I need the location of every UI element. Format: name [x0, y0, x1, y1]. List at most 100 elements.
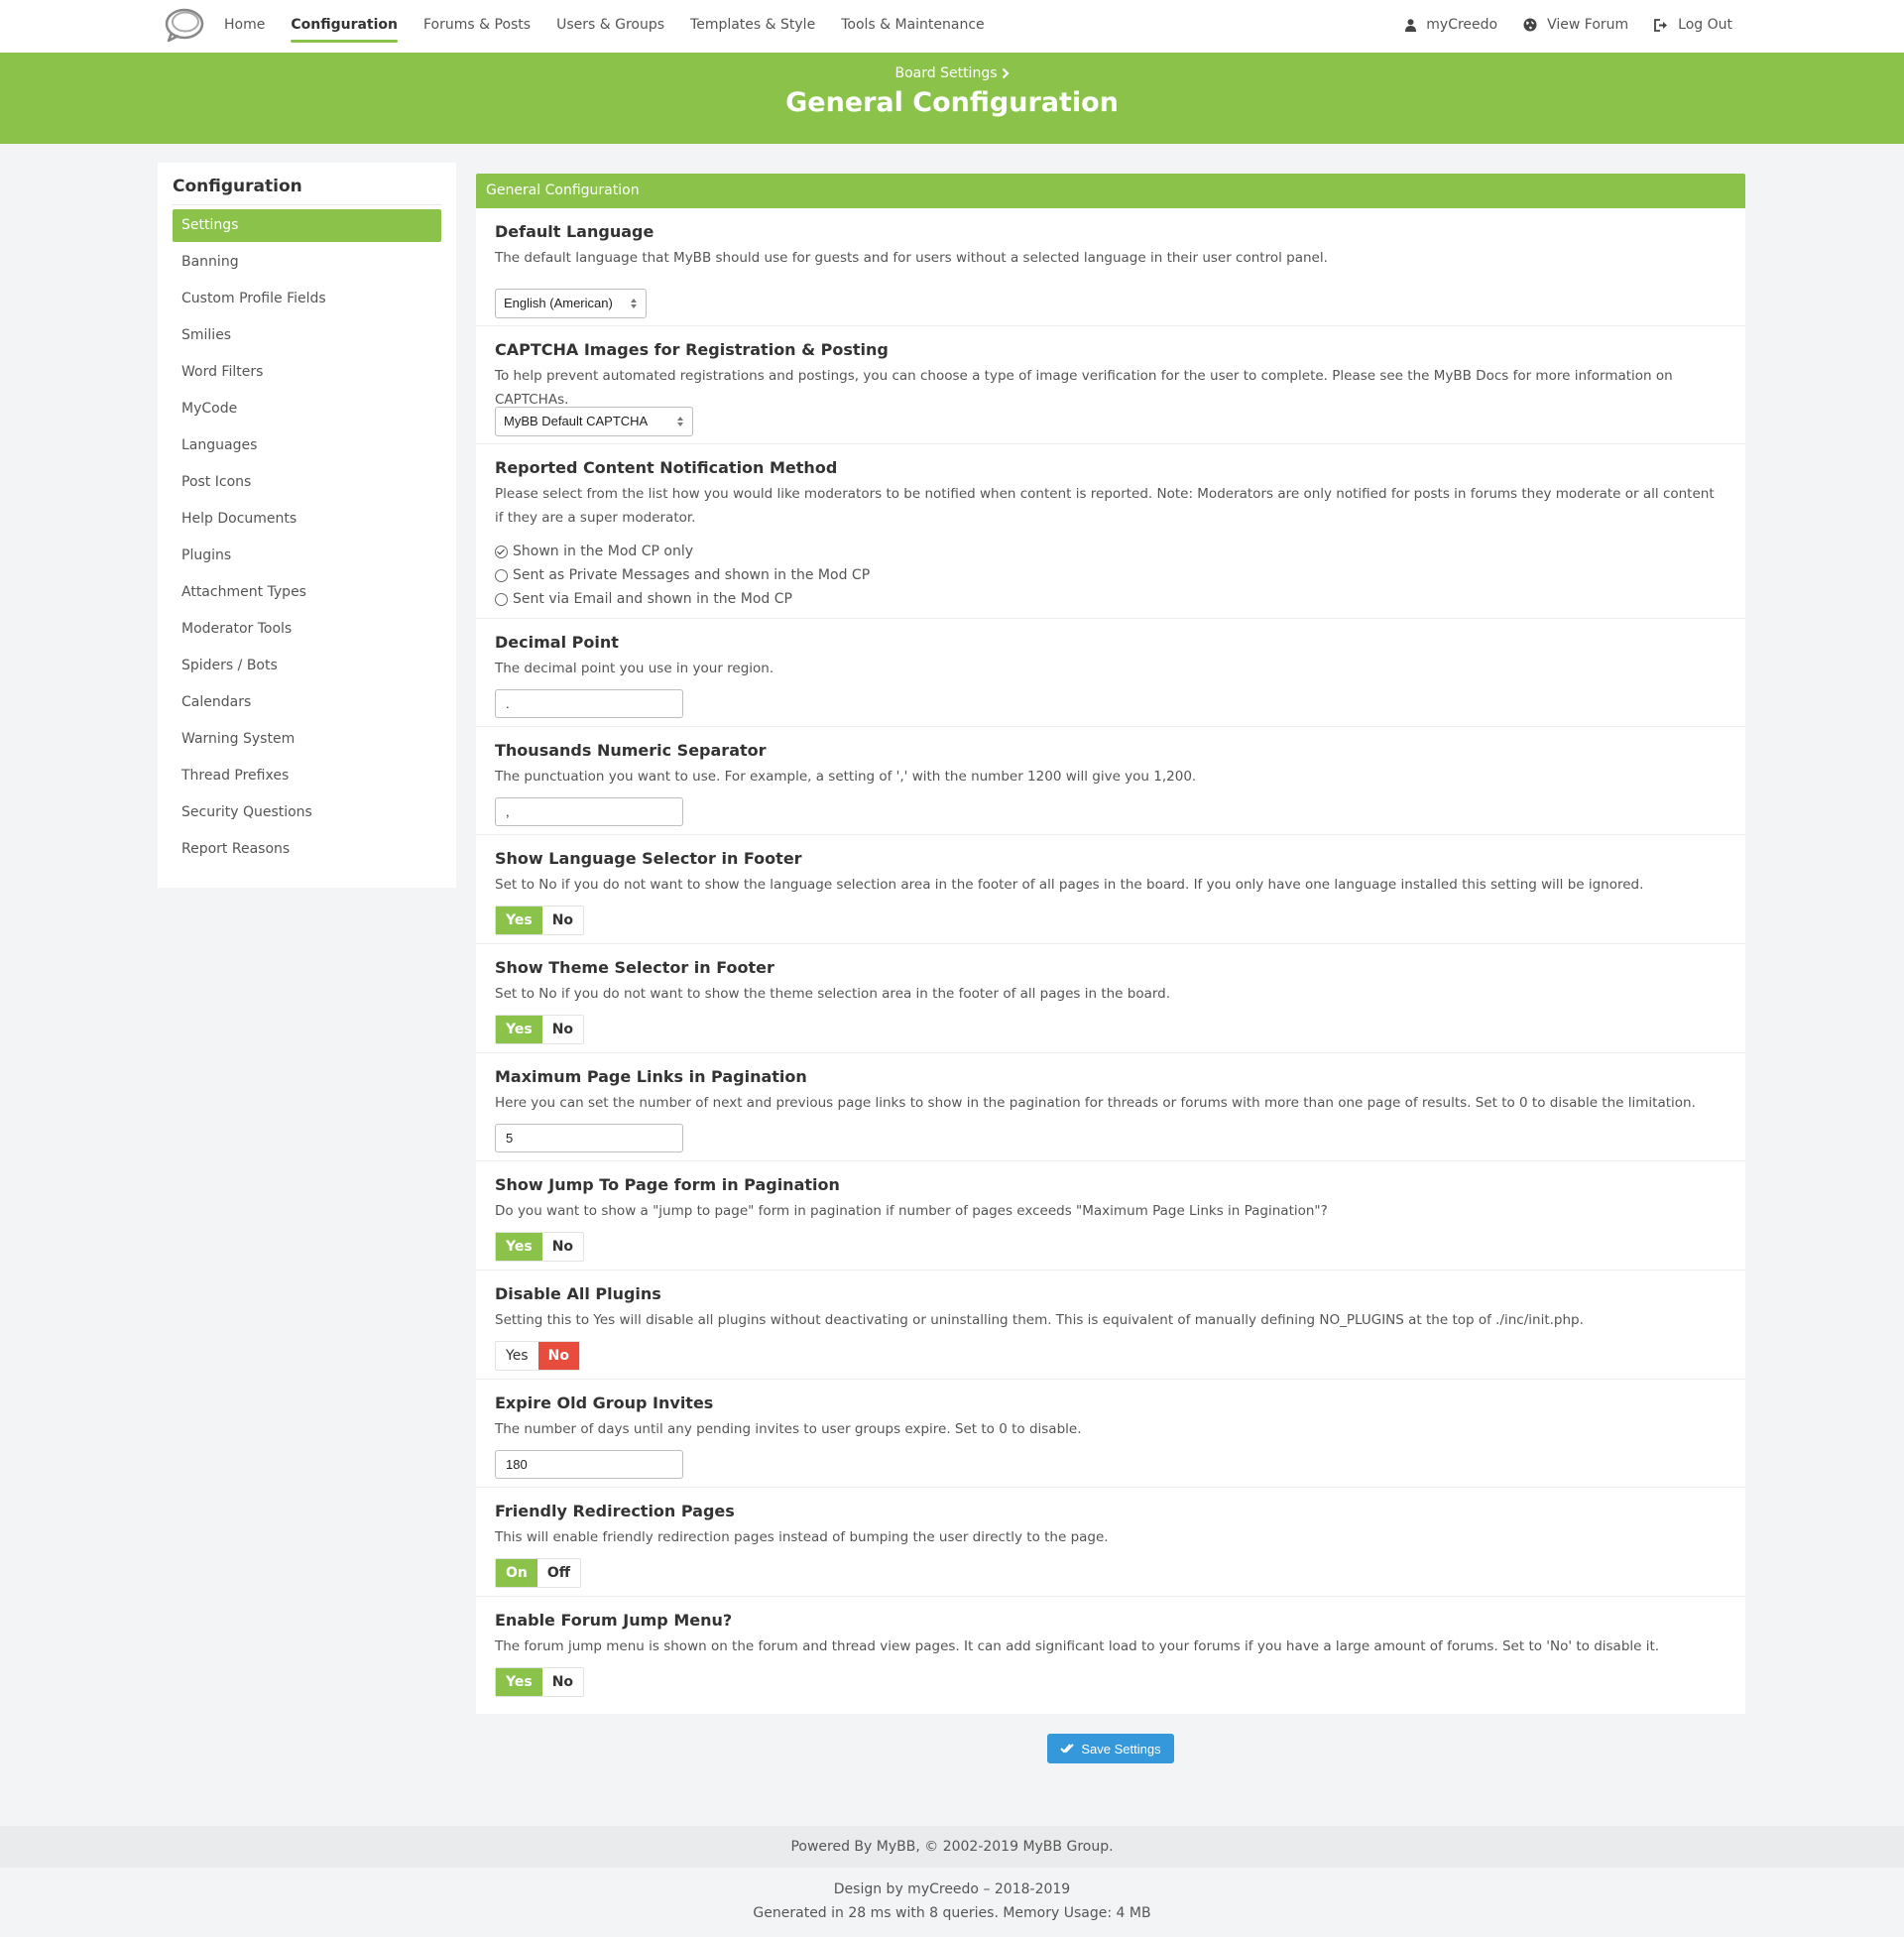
footer-design-credit: Design by myCreedo – 2018-2019 [833, 1881, 1071, 1897]
max-page-links-input[interactable]: 5 [495, 1124, 683, 1152]
toggle-no[interactable]: No [542, 907, 583, 934]
setting-description: Here you can set the number of next and … [495, 1095, 1696, 1111]
setting-decimal-point: Decimal Point The decimal point you use … [476, 619, 1745, 727]
double-check-icon [1060, 1744, 1075, 1754]
user-nav: myCreedo View Forum Log Out [1379, 0, 1732, 50]
sidebar-item-plugins[interactable]: Plugins [173, 540, 441, 572]
nav-forums-posts[interactable]: Forums & Posts [423, 0, 531, 53]
sidebar-item-report-reasons[interactable]: Report Reasons [173, 833, 441, 866]
sidebar-item-security-questions[interactable]: Security Questions [173, 796, 441, 829]
nav-configuration[interactable]: Configuration [291, 0, 398, 53]
notification-method-radios: Shown in the Mod CP only Sent as Private… [495, 540, 870, 611]
forum-jump-menu-toggle: Yes No [495, 1667, 585, 1697]
setting-title: Default Language [495, 222, 654, 241]
sidebar-item-post-icons[interactable]: Post Icons [173, 466, 441, 499]
sidebar-item-banning[interactable]: Banning [173, 246, 441, 279]
settings-panel: General Configuration Default Language T… [476, 174, 1745, 1714]
user-icon [1405, 18, 1417, 32]
username-label: myCreedo [1426, 17, 1498, 33]
default-language-select[interactable]: English (American) [495, 289, 647, 318]
setting-title: Friendly Redirection Pages [495, 1502, 735, 1520]
mybb-logo-icon[interactable] [164, 6, 205, 44]
toggle-off[interactable]: Off [537, 1559, 580, 1587]
toggle-yes[interactable]: Yes [496, 1668, 542, 1696]
user-profile-link[interactable]: myCreedo [1405, 17, 1497, 33]
setting-disable-all-plugins: Disable All Plugins Setting this to Yes … [476, 1271, 1745, 1380]
toggle-no[interactable]: No [542, 1016, 583, 1043]
nav-templates-style[interactable]: Templates & Style [690, 0, 815, 53]
captcha-select[interactable]: MyBB Default CAPTCHA [495, 407, 693, 436]
decimal-point-input[interactable]: . [495, 689, 683, 718]
nav-users-groups[interactable]: Users & Groups [556, 0, 664, 53]
setting-title: CAPTCHA Images for Registration & Postin… [495, 340, 889, 359]
setting-captcha-images: CAPTCHA Images for Registration & Postin… [476, 326, 1745, 444]
sidebar-item-settings[interactable]: Settings [173, 209, 441, 242]
setting-reported-content-notification: Reported Content Notification Method Ple… [476, 444, 1745, 619]
setting-title: Maximum Page Links in Pagination [495, 1067, 807, 1086]
page-title: General Configuration [785, 87, 1119, 118]
save-settings-button[interactable]: Save Settings [1047, 1734, 1174, 1763]
theme-selector-toggle: Yes No [495, 1015, 585, 1044]
setting-description: To help prevent automated registrations … [495, 368, 1673, 408]
toggle-yes[interactable]: Yes [496, 1233, 542, 1261]
sidebar-item-calendars[interactable]: Calendars [173, 686, 441, 719]
sidebar-item-word-filters[interactable]: Word Filters [173, 356, 441, 389]
setting-title: Thousands Numeric Separator [495, 741, 767, 760]
nav-home[interactable]: Home [224, 0, 265, 53]
sidebar-item-attachment-types[interactable]: Attachment Types [173, 576, 441, 609]
setting-max-page-links: Maximum Page Links in Pagination Here yo… [476, 1053, 1745, 1161]
setting-language-selector-footer: Show Language Selector in Footer Set to … [476, 835, 1745, 944]
radio-mod-cp-only[interactable]: Shown in the Mod CP only [495, 540, 870, 563]
view-forum-label: View Forum [1547, 17, 1629, 33]
breadcrumb-board-settings[interactable]: Board Settings [894, 65, 997, 81]
panel-title: General Configuration [476, 174, 1745, 208]
toggle-no[interactable]: No [542, 1233, 583, 1261]
sidebar-item-moderator-tools[interactable]: Moderator Tools [173, 613, 441, 646]
save-settings-label: Save Settings [1081, 1741, 1161, 1756]
footer-generation-stats: Generated in 28 ms with 8 queries. Memor… [753, 1905, 1151, 1921]
setting-title: Show Jump To Page form in Pagination [495, 1175, 840, 1194]
setting-theme-selector-footer: Show Theme Selector in Footer Set to No … [476, 944, 1745, 1053]
sidebar-item-warning-system[interactable]: Warning System [173, 723, 441, 756]
globe-icon [1523, 18, 1537, 32]
main-nav-links: Home Configuration Forums & Posts Users … [224, 0, 1011, 53]
select-value: English (American) [504, 296, 613, 310]
radio-circle [495, 592, 508, 606]
sidebar-item-thread-prefixes[interactable]: Thread Prefixes [173, 760, 441, 792]
sidebar-title: Configuration [173, 177, 441, 205]
setting-title: Expire Old Group Invites [495, 1393, 714, 1412]
thousands-separator-input[interactable]: , [495, 797, 683, 826]
toggle-no[interactable]: No [542, 1668, 583, 1696]
sidebar-item-mycode[interactable]: MyCode [173, 393, 441, 425]
language-selector-toggle: Yes No [495, 906, 585, 935]
nav-tools-maintenance[interactable]: Tools & Maintenance [841, 0, 984, 53]
top-navigation-bar: Home Configuration Forums & Posts Users … [0, 0, 1904, 53]
setting-description: Set to No if you do not want to show the… [495, 877, 1644, 893]
sidebar-item-spiders-bots[interactable]: Spiders / Bots [173, 650, 441, 682]
sidebar-item-custom-profile-fields[interactable]: Custom Profile Fields [173, 283, 441, 315]
setting-description: This will enable friendly redirection pa… [495, 1529, 1109, 1545]
radio-circle [495, 545, 508, 558]
jump-to-page-toggle: Yes No [495, 1232, 585, 1262]
toggle-yes[interactable]: Yes [496, 907, 542, 934]
sidebar-item-smilies[interactable]: Smilies [173, 319, 441, 352]
toggle-on[interactable]: On [496, 1559, 537, 1587]
radio-email[interactable]: Sent via Email and shown in the Mod CP [495, 587, 870, 611]
select-value: MyBB Default CAPTCHA [504, 414, 649, 428]
expire-group-invites-input[interactable]: 180 [495, 1450, 683, 1479]
toggle-yes[interactable]: Yes [496, 1342, 538, 1370]
sidebar: Configuration Settings Banning Custom Pr… [158, 163, 456, 888]
sidebar-item-help-documents[interactable]: Help Documents [173, 503, 441, 536]
radio-private-messages[interactable]: Sent as Private Messages and shown in th… [495, 563, 870, 587]
setting-title: Disable All Plugins [495, 1284, 661, 1303]
setting-friendly-redirection: Friendly Redirection Pages This will ena… [476, 1488, 1745, 1597]
toggle-yes[interactable]: Yes [496, 1016, 542, 1043]
setting-description: Set to No if you do not want to show the… [495, 986, 1171, 1002]
logout-link[interactable]: Log Out [1654, 17, 1732, 33]
friendly-redirection-toggle: On Off [495, 1558, 582, 1588]
sidebar-item-languages[interactable]: Languages [173, 429, 441, 462]
radio-circle [495, 568, 508, 582]
select-arrows-icon [631, 299, 637, 308]
view-forum-link[interactable]: View Forum [1523, 17, 1628, 33]
toggle-no[interactable]: No [537, 1342, 579, 1370]
